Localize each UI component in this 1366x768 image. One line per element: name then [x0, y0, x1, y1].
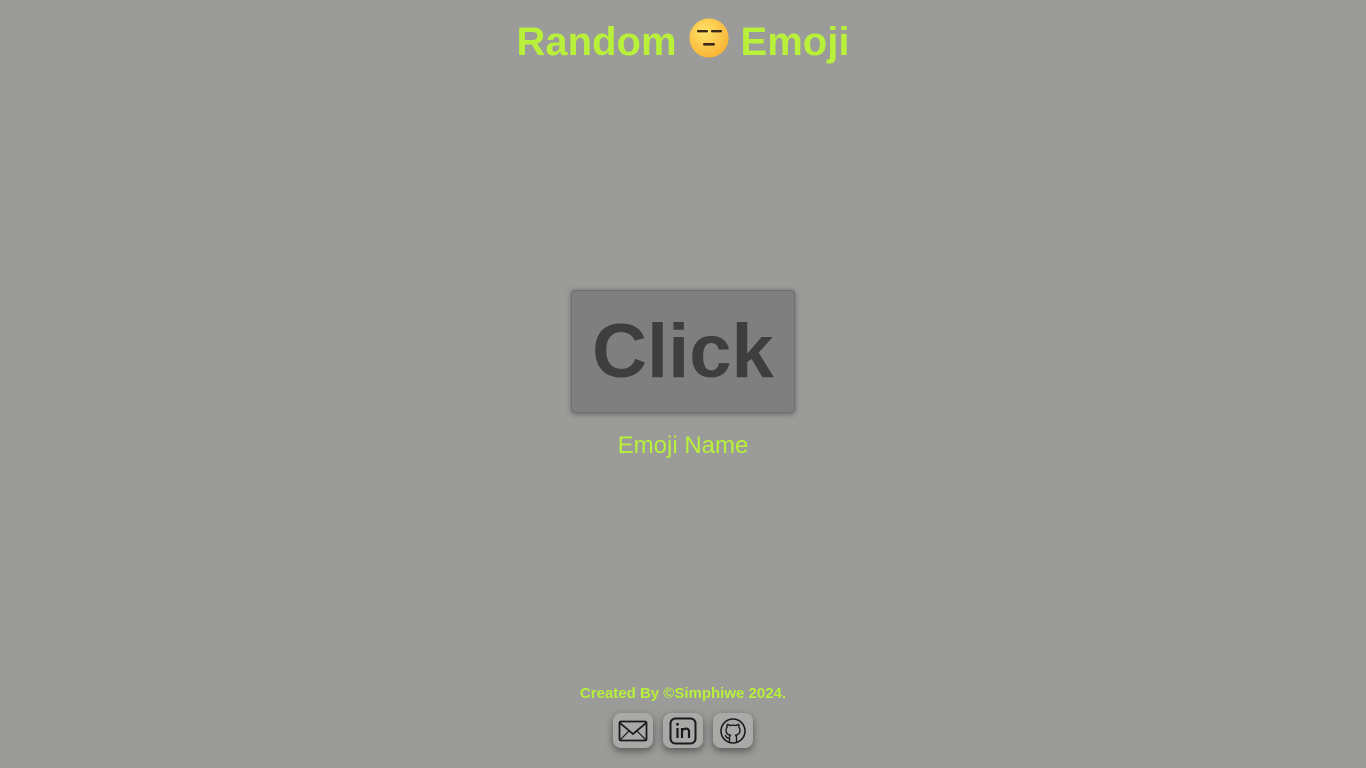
- random-emoji-button[interactable]: Click: [571, 290, 795, 413]
- social-links: [0, 713, 1366, 748]
- page-title: Random Emoji: [0, 12, 1366, 72]
- mail-link[interactable]: [613, 713, 653, 748]
- github-icon: [719, 717, 747, 745]
- title-right-text: Emoji: [740, 20, 850, 64]
- expressionless-face-icon: [689, 15, 729, 58]
- emoji-name-label: Emoji Name: [617, 432, 749, 459]
- mail-icon: [618, 720, 648, 742]
- linkedin-link[interactable]: [663, 713, 703, 748]
- page: Random Emoji Click Emoji Name Created By…: [0, 0, 1366, 768]
- linkedin-icon: [669, 717, 697, 745]
- github-link[interactable]: [713, 713, 753, 748]
- footer-credit: Created By ©Simphiwe 2024.: [579, 685, 787, 702]
- title-left-text: Random: [516, 20, 677, 64]
